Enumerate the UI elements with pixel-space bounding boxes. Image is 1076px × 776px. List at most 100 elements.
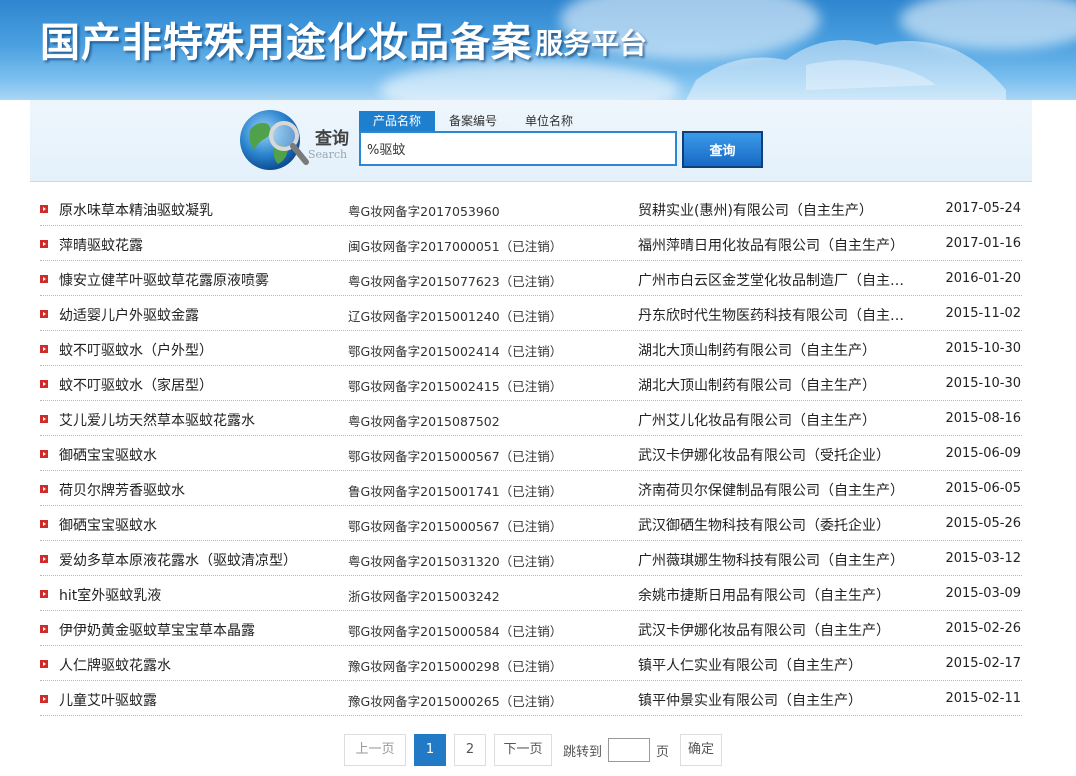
result-row[interactable]: hit室外驱蚊乳液 浙G妆网备字2015003242 余姚市捷斯日用品有限公司（自主… [40, 576, 1022, 611]
arrow-bullet-icon [40, 660, 48, 668]
company-name: 济南荷贝尔保健制品有限公司（自主生产） [638, 483, 904, 499]
record-date: 2015-06-09 [945, 446, 1021, 461]
result-row[interactable]: 御硒宝宝驱蚊水 鄂G妆网备字2015000567（已注销） 武汉卡伊娜化妆品有限公司… [40, 436, 1022, 471]
globe-search-icon [240, 110, 309, 170]
company-name: 武汉卡伊娜化妆品有限公司（自主生产） [638, 623, 890, 639]
arrow-bullet-icon [40, 415, 48, 423]
company-name: 丹东欣时代生物医药科技有限公司（自主… [638, 308, 904, 324]
result-row[interactable]: 幼适婴儿户外驱蚊金露 辽G妆网备字2015001240（已注销） 丹东欣时代生物医药… [40, 296, 1022, 331]
jump-to-label: 跳转到 [563, 744, 603, 760]
product-name-link[interactable]: 荷贝尔牌芳香驱蚊水 [59, 480, 185, 500]
product-name-link[interactable]: 御硒宝宝驱蚊水 [59, 515, 157, 535]
company-name: 贸耕实业(惠州)有限公司（自主生产） [638, 203, 873, 219]
arrow-bullet-icon [40, 380, 48, 388]
result-row[interactable]: 慷安立健芊叶驱蚊草花露原液喷雾 粤G妆网备字2015077623（已注销） 广州市白… [40, 261, 1022, 296]
record-date: 2015-02-26 [945, 621, 1021, 636]
product-name-link[interactable]: 爱幼多草本原液花露水（驱蚊清凉型） [59, 550, 297, 570]
record-date: 2015-05-26 [945, 516, 1021, 531]
product-name-link[interactable]: 萍晴驱蚊花露 [59, 235, 143, 255]
result-row[interactable]: 御硒宝宝驱蚊水 鄂G妆网备字2015000567（已注销） 武汉御硒生物科技有限公司… [40, 506, 1022, 541]
arrow-bullet-icon [40, 450, 48, 458]
result-row[interactable]: 儿童艾叶驱蚊露 豫G妆网备字2015000265（已注销） 镇平仲景实业有限公司（自… [40, 681, 1022, 716]
record-number: 鄂G妆网备字2015000584（已注销） [348, 624, 563, 639]
company-name: 广州艾儿化妆品有限公司（自主生产） [638, 413, 876, 429]
record-date: 2015-06-05 [945, 481, 1021, 496]
search-button[interactable]: 查询 [682, 131, 763, 168]
product-name-link[interactable]: 蚊不叮驱蚊水（户外型） [59, 340, 213, 360]
record-number: 鄂G妆网备字2015000567（已注销） [348, 449, 563, 464]
tab-record-number[interactable]: 备案编号 [435, 111, 511, 131]
search-label-en: Search [308, 148, 348, 161]
result-row[interactable]: 荷贝尔牌芳香驱蚊水 鲁G妆网备字2015001741（已注销） 济南荷贝尔保健制品有… [40, 471, 1022, 506]
arrow-bullet-icon [40, 275, 48, 283]
page-1-button[interactable]: 1 [414, 734, 446, 766]
result-row[interactable]: 人仁牌驱蚊花露水 豫G妆网备字2015000298（已注销） 镇平人仁实业有限公司（… [40, 646, 1022, 681]
product-name-link[interactable]: hit室外驱蚊乳液 [59, 585, 161, 605]
company-name: 镇平人仁实业有限公司（自主生产） [638, 658, 862, 674]
product-name-link[interactable]: 原水味草本精油驱蚊凝乳 [59, 200, 213, 220]
jump-page-input[interactable] [608, 738, 651, 762]
product-name-link[interactable]: 蚊不叮驱蚊水（家居型） [59, 375, 213, 395]
record-number: 闽G妆网备字2017000051（已注销） [348, 239, 563, 254]
product-name-link[interactable]: 儿童艾叶驱蚊露 [59, 690, 157, 710]
product-name-link[interactable]: 慷安立健芊叶驱蚊草花露原液喷雾 [59, 270, 269, 290]
company-name: 武汉卡伊娜化妆品有限公司（受托企业） [638, 448, 890, 464]
record-date: 2015-08-16 [945, 411, 1021, 426]
company-name: 武汉御硒生物科技有限公司（委托企业） [638, 518, 890, 534]
record-number: 豫G妆网备字2015000265（已注销） [348, 694, 563, 709]
record-number: 粤G妆网备字2015087502 [348, 414, 500, 429]
record-number: 浙G妆网备字2015003242 [348, 589, 500, 604]
search-input[interactable] [359, 131, 677, 166]
page-unit-label: 页 [656, 744, 670, 760]
record-number: 鄂G妆网备字2015000567（已注销） [348, 519, 563, 534]
search-label: 查询 [315, 129, 349, 149]
result-row[interactable]: 爱幼多草本原液花露水（驱蚊清凉型） 粤G妆网备字2015031320（已注销） 广州… [40, 541, 1022, 576]
record-date: 2015-11-02 [945, 306, 1021, 321]
arrow-bullet-icon [40, 205, 48, 213]
product-name-link[interactable]: 御硒宝宝驱蚊水 [59, 445, 157, 465]
record-date: 2016-01-20 [945, 271, 1021, 286]
header-banner: 国产非特殊用途化妆品备案 服务平台 [0, 0, 1076, 100]
next-page-button[interactable]: 下一页 [494, 734, 552, 766]
result-row[interactable]: 蚊不叮驱蚊水（户外型） 鄂G妆网备字2015002414（已注销） 湖北大顶山制药有… [40, 331, 1022, 366]
record-number: 辽G妆网备字2015001240（已注销） [348, 309, 563, 324]
product-name-link[interactable]: 伊伊奶黄金驱蚊草宝宝草本晶露 [59, 620, 255, 640]
record-number: 鄂G妆网备字2015002415（已注销） [348, 379, 563, 394]
record-number: 粤G妆网备字2015077623（已注销） [348, 274, 563, 289]
result-row[interactable]: 蚊不叮驱蚊水（家居型） 鄂G妆网备字2015002415（已注销） 湖北大顶山制药有… [40, 366, 1022, 401]
result-row[interactable]: 艾儿爱儿坊天然草本驱蚊花露水 粤G妆网备字2015087502 广州艾儿化妆品有限公… [40, 401, 1022, 436]
record-number: 鄂G妆网备字2015002414（已注销） [348, 344, 563, 359]
company-name: 广州薇琪娜生物科技有限公司（自主生产） [638, 553, 904, 569]
banner-subtitle: 服务平台 [535, 27, 648, 60]
result-row[interactable]: 萍晴驱蚊花露 闽G妆网备字2017000051（已注销） 福州萍晴日用化妆品有限公司… [40, 226, 1022, 261]
tab-company-name[interactable]: 单位名称 [511, 111, 587, 131]
record-date: 2015-02-11 [945, 691, 1021, 706]
arrow-bullet-icon [40, 555, 48, 563]
company-name: 余姚市捷斯日用品有限公司（自主生产） [638, 588, 890, 604]
result-row[interactable]: 伊伊奶黄金驱蚊草宝宝草本晶露 鄂G妆网备字2015000584（已注销） 武汉卡伊娜… [40, 611, 1022, 646]
arrow-bullet-icon [40, 310, 48, 318]
record-number: 粤G妆网备字2017053960 [348, 204, 500, 219]
arrow-bullet-icon [40, 485, 48, 493]
product-name-link[interactable]: 人仁牌驱蚊花露水 [59, 655, 171, 675]
pagination: 上一页 1 2 下一页 跳转到 页 确定 [344, 734, 723, 766]
company-name: 广州市白云区金芝堂化妆品制造厂（自主… [638, 273, 904, 289]
page-2-button[interactable]: 2 [454, 734, 486, 766]
product-name-link[interactable]: 幼适婴儿户外驱蚊金露 [59, 305, 199, 325]
prev-page-button[interactable]: 上一页 [344, 734, 406, 766]
banner-title: 国产非特殊用途化妆品备案 [40, 19, 532, 66]
arrow-bullet-icon [40, 625, 48, 633]
product-name-link[interactable]: 艾儿爱儿坊天然草本驱蚊花露水 [59, 410, 255, 430]
tab-product-name[interactable]: 产品名称 [359, 111, 436, 131]
jump-confirm-button[interactable]: 确定 [680, 734, 723, 766]
record-date: 2015-03-12 [945, 551, 1021, 566]
result-row[interactable]: 原水味草本精油驱蚊凝乳 粤G妆网备字2017053960 贸耕实业(惠州)有限公司（… [40, 191, 1022, 226]
arrow-bullet-icon [40, 240, 48, 248]
search-type-tabs: 产品名称 备案编号 单位名称 [359, 111, 587, 131]
arrow-bullet-icon [40, 590, 48, 598]
results-list: 原水味草本精油驱蚊凝乳 粤G妆网备字2017053960 贸耕实业(惠州)有限公司（… [40, 191, 1022, 716]
record-date: 2015-03-09 [945, 586, 1021, 601]
record-number: 鲁G妆网备字2015001741（已注销） [348, 484, 563, 499]
record-number: 粤G妆网备字2015031320（已注销） [348, 554, 563, 569]
company-name: 湖北大顶山制药有限公司（自主生产） [638, 343, 876, 359]
